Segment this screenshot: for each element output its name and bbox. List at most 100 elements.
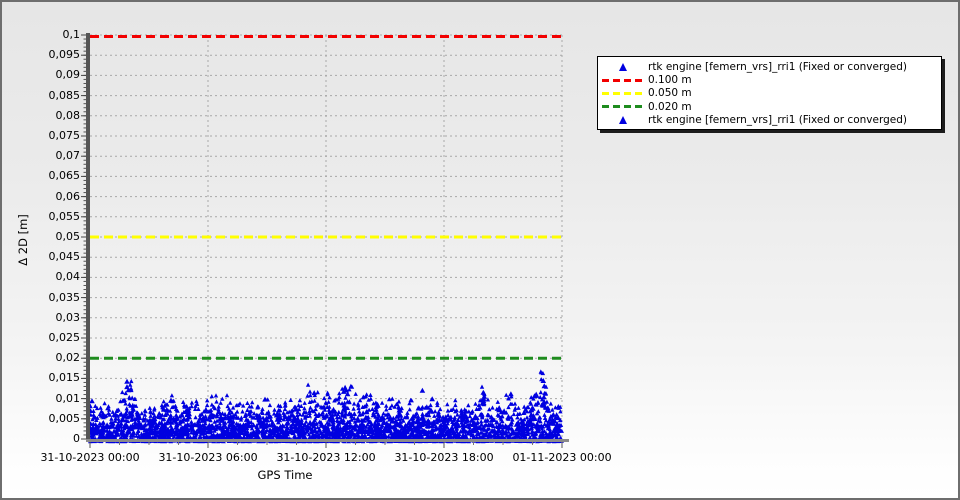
y-minor-tick bbox=[83, 280, 86, 282]
y-minor-tick bbox=[83, 361, 86, 363]
x-major-tick bbox=[207, 442, 209, 448]
y-minor-tick bbox=[83, 204, 86, 206]
y-major-tick bbox=[81, 74, 86, 76]
y-minor-tick bbox=[83, 139, 86, 141]
y-minor-tick bbox=[83, 99, 86, 101]
legend-triangle-icon bbox=[598, 116, 648, 125]
y-minor-tick bbox=[83, 188, 86, 190]
x-minor-tick bbox=[414, 442, 415, 445]
plot-canvas[interactable] bbox=[81, 33, 569, 448]
y-major-tick bbox=[81, 196, 86, 198]
legend-item: rtk engine [femern_vrs]_rri1 (Fixed or c… bbox=[598, 114, 941, 127]
x-major-tick bbox=[443, 442, 445, 448]
y-minor-tick bbox=[83, 410, 86, 412]
y-major-tick bbox=[81, 115, 86, 117]
y-minor-tick bbox=[83, 159, 86, 161]
y-minor-tick bbox=[83, 272, 86, 274]
legend-label: 0.050 m bbox=[648, 87, 692, 100]
y-minor-tick bbox=[83, 422, 86, 424]
y-minor-tick bbox=[83, 46, 86, 48]
y-major-tick bbox=[81, 95, 86, 97]
y-major-tick bbox=[81, 155, 86, 157]
y-minor-tick bbox=[83, 289, 86, 291]
y-minor-tick bbox=[83, 163, 86, 165]
y-tick-label: 0,075 bbox=[48, 129, 81, 142]
y-tick-label: 0,005 bbox=[48, 411, 81, 425]
x-tick-label: 31-10-2023 18:00 bbox=[394, 451, 494, 464]
y-tick-label: 0,06 bbox=[55, 189, 81, 203]
y-minor-tick bbox=[83, 353, 86, 355]
y-minor-tick bbox=[83, 179, 86, 181]
y-major-tick bbox=[81, 418, 86, 420]
y-minor-tick bbox=[83, 341, 86, 343]
legend-dash-icon bbox=[598, 105, 648, 109]
x-minor-tick bbox=[266, 442, 268, 445]
y-minor-tick bbox=[83, 325, 86, 327]
y-tick-label: 0 bbox=[73, 432, 80, 445]
y-minor-tick bbox=[83, 143, 86, 145]
y-minor-tick bbox=[83, 91, 86, 93]
y-minor-tick bbox=[83, 349, 86, 351]
y-minor-tick bbox=[83, 406, 86, 408]
y-tick-label: 0,015 bbox=[48, 371, 81, 385]
scatter-outliers bbox=[89, 378, 548, 404]
y-minor-tick bbox=[83, 345, 86, 347]
x-tick-label: 01-11-2023 00:00 bbox=[512, 451, 612, 464]
y-minor-tick bbox=[83, 293, 86, 295]
legend-item: 0.100 m bbox=[598, 73, 941, 86]
y-tick-label: 0,035 bbox=[48, 290, 81, 304]
y-minor-tick bbox=[83, 82, 86, 84]
y-major-tick bbox=[81, 216, 86, 218]
y-minor-tick bbox=[83, 385, 86, 387]
legend: rtk engine [femern_vrs]_rri1 (Fixed or c… bbox=[597, 56, 942, 130]
y-major-tick bbox=[81, 276, 86, 278]
x-minor-tick bbox=[502, 442, 504, 445]
x-minor-tick bbox=[532, 442, 533, 445]
y-minor-tick bbox=[83, 38, 86, 40]
x-minor-tick bbox=[296, 442, 297, 445]
x-minor-tick bbox=[473, 442, 474, 445]
y-minor-tick bbox=[83, 309, 86, 311]
x-major-tick bbox=[89, 442, 91, 448]
legend-item: 0.020 m bbox=[598, 100, 941, 113]
x-axis-title: GPS Time bbox=[257, 468, 313, 482]
y-minor-tick bbox=[83, 151, 86, 153]
x-tick-label: 31-10-2023 06:00 bbox=[158, 451, 258, 464]
y-tick-label: 0,05 bbox=[55, 230, 81, 243]
y-major-tick bbox=[81, 256, 86, 258]
y-tick-label: 0,09 bbox=[55, 68, 81, 82]
y-minor-tick bbox=[83, 208, 86, 210]
y-major-tick bbox=[81, 236, 86, 238]
y-major-tick bbox=[81, 337, 86, 339]
plot-area[interactable] bbox=[81, 33, 569, 448]
y-minor-tick bbox=[83, 305, 86, 307]
y-minor-tick bbox=[83, 78, 86, 80]
legend-item: 0.050 m bbox=[598, 87, 941, 100]
y-tick-label: 0,01 bbox=[55, 391, 81, 405]
y-tick-label: 0,08 bbox=[55, 108, 81, 122]
x-minor-tick bbox=[148, 442, 150, 445]
x-major-tick bbox=[325, 442, 327, 448]
y-major-tick bbox=[81, 398, 86, 400]
x-major-tick bbox=[561, 442, 563, 448]
x-minor-tick bbox=[119, 442, 120, 445]
y-axis-line bbox=[86, 33, 90, 442]
y-minor-tick bbox=[83, 369, 86, 371]
y-major-tick bbox=[81, 377, 86, 379]
y-minor-tick bbox=[83, 200, 86, 202]
y-major-tick bbox=[81, 54, 86, 56]
y-minor-tick bbox=[83, 147, 86, 149]
y-minor-tick bbox=[83, 131, 86, 133]
y-major-tick bbox=[81, 175, 86, 177]
y-minor-tick bbox=[83, 248, 86, 250]
legend-label: rtk engine [femern_vrs]_rri1 (Fixed or c… bbox=[648, 60, 907, 73]
y-minor-tick bbox=[83, 103, 86, 105]
y-minor-tick bbox=[83, 66, 86, 68]
y-minor-tick bbox=[83, 373, 86, 375]
y-minor-tick bbox=[83, 426, 86, 428]
y-minor-tick bbox=[83, 123, 86, 125]
chart-window: Δ 2D [m] 0 0,005 0,01 0,015 0,02 0,025 0,03 0,0… bbox=[0, 0, 960, 500]
y-minor-tick bbox=[83, 394, 86, 396]
y-major-tick bbox=[81, 438, 86, 440]
y-major-tick bbox=[81, 34, 86, 36]
